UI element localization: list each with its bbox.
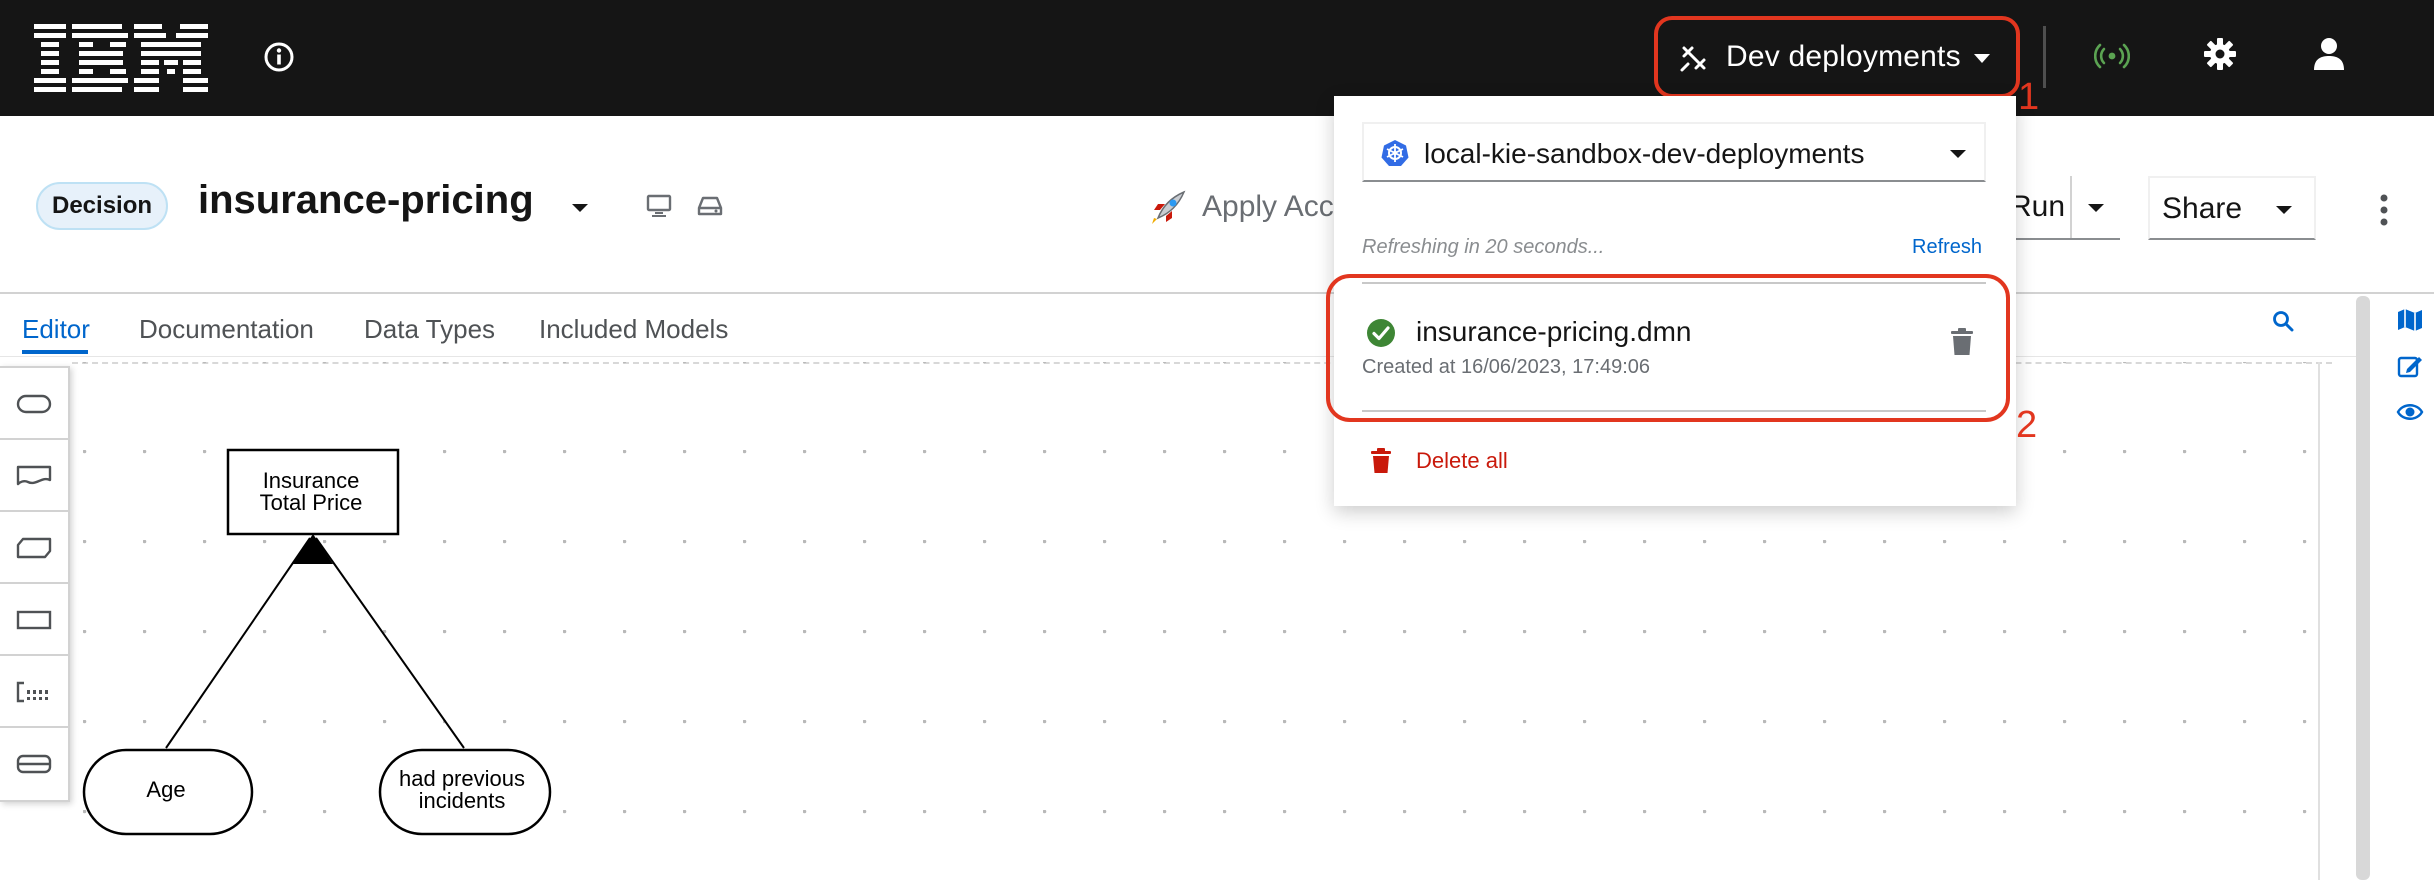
edit-properties-icon[interactable] [2396, 352, 2424, 380]
tab-data-types[interactable]: Data Types [364, 314, 495, 345]
tab-editor[interactable]: Editor [22, 314, 90, 345]
caret-down-icon[interactable] [570, 198, 590, 218]
caret-down-icon [1950, 150, 1966, 158]
canvas-scrollbar[interactable] [2356, 296, 2370, 880]
run-separator [2070, 176, 2072, 238]
tab-included-models[interactable]: Included Models [539, 314, 728, 345]
decision-tool-icon [16, 610, 52, 630]
file-name[interactable]: insurance-pricing [198, 178, 534, 223]
map-icon[interactable] [2396, 306, 2424, 334]
input-data-age-label: Age [146, 777, 185, 802]
trash-icon[interactable] [1370, 448, 1392, 474]
hard-drive-icon [697, 196, 723, 216]
input-data-tool-icon [16, 394, 52, 414]
palette-decision[interactable] [0, 584, 68, 656]
refresh-link[interactable]: Refresh [1912, 236, 1982, 259]
palette-input-data[interactable] [0, 368, 68, 440]
kebab-menu-icon[interactable] [2374, 190, 2394, 230]
dev-deployments-dropdown: local-kie-sandbox-dev-deployments Refres… [1326, 96, 2016, 506]
callout-highlight-2 [1326, 274, 2010, 422]
annotation-tool-icon [16, 681, 48, 703]
business-knowledge-tool-icon [16, 537, 52, 559]
user-icon[interactable] [2312, 36, 2346, 72]
run-button[interactable]: Run [2010, 190, 2065, 224]
preview-eye-icon[interactable] [2396, 400, 2424, 424]
kubernetes-icon [1381, 140, 1409, 166]
input-data-node-age[interactable]: Age [82, 748, 254, 836]
caret-down-icon [1974, 54, 1990, 63]
input-data-node-incidents[interactable]: had previous incidents [378, 748, 552, 836]
satellite-icon [1680, 46, 1706, 72]
palette-decision-service[interactable] [0, 728, 68, 800]
active-tab-indicator [22, 350, 88, 354]
namespace-label: local-kie-sandbox-dev-deployments [1424, 138, 1865, 169]
dev-deployments-label: Dev deployments [1726, 40, 1961, 73]
caret-down-icon[interactable] [2086, 198, 2106, 218]
callout-number-1: 1 [2018, 76, 2040, 118]
file-header: Decision insurance-pricing Apply Acce Ru… [0, 116, 2434, 294]
apply-accelerator-button[interactable]: Apply Acce [1202, 190, 1350, 224]
refresh-countdown-text: Refreshing in 20 seconds... [1362, 236, 1605, 258]
caret-down-icon [2276, 206, 2292, 214]
palette-business-knowledge[interactable] [0, 512, 68, 584]
desktop-icon [646, 194, 672, 217]
namespace-select[interactable]: local-kie-sandbox-dev-deployments [1362, 122, 1986, 182]
decision-node[interactable]: Insurance Total Price [226, 448, 400, 536]
decision-node-label-line2: Total Price [260, 490, 363, 515]
share-dropdown[interactable]: Share [2148, 176, 2316, 240]
gear-icon[interactable] [2202, 36, 2238, 72]
share-label: Share [2162, 192, 2243, 225]
rocket-icon [1152, 190, 1186, 224]
file-type-badge: Decision [36, 182, 169, 230]
masthead: Dev deployments 1 [0, 0, 2434, 118]
knowledge-source-tool-icon [16, 465, 52, 486]
node-palette [0, 366, 70, 802]
decision-service-tool-icon [16, 754, 52, 774]
ibm-logo[interactable] [34, 24, 212, 92]
palette-text-annotation[interactable] [0, 656, 68, 728]
info-icon[interactable] [262, 40, 296, 74]
delete-all-button[interactable]: Delete all [1416, 448, 1508, 474]
masthead-divider [2043, 26, 2046, 88]
callout-number-2: 2 [2016, 404, 2038, 446]
dev-deployments-button[interactable]: Dev deployments [1654, 16, 2020, 98]
tab-documentation[interactable]: Documentation [139, 314, 314, 345]
search-icon[interactable] [2272, 310, 2294, 332]
palette-knowledge-source[interactable] [0, 440, 68, 512]
input-data-incidents-label-line2: incidents [419, 788, 506, 813]
connection-status-icon[interactable] [2094, 38, 2130, 74]
